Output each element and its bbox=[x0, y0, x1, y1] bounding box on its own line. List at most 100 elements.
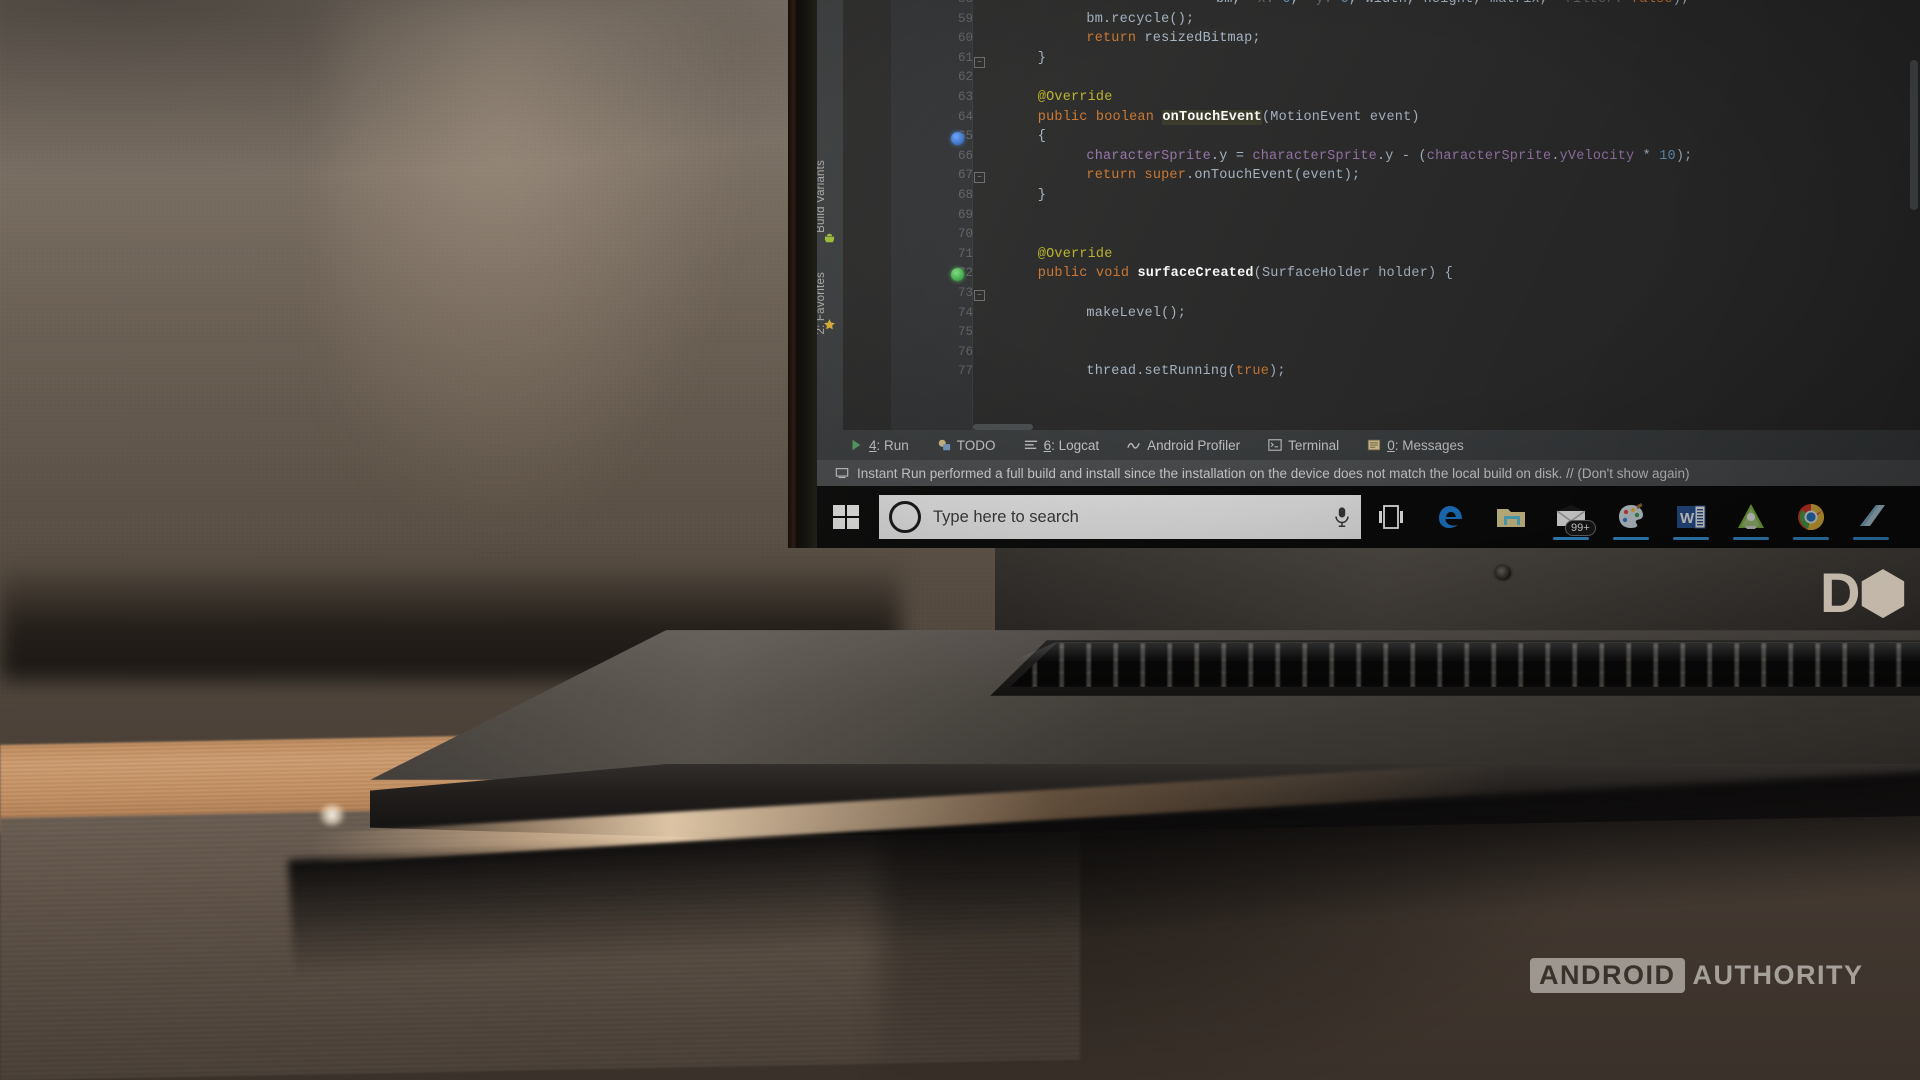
running-indicator bbox=[1733, 537, 1769, 540]
keyboard-highlight bbox=[1010, 642, 1920, 662]
tab-messages-label: : Messages bbox=[1394, 437, 1464, 453]
running-indicator bbox=[1793, 537, 1829, 540]
todo-icon bbox=[938, 439, 950, 451]
code-editor[interactable]: 5859606162636465666768697071727374757677… bbox=[843, 0, 1920, 430]
chrome-button[interactable] bbox=[1781, 486, 1841, 548]
line-number: 63 bbox=[957, 90, 973, 104]
line-number: 69 bbox=[957, 207, 973, 222]
word-button[interactable]: W bbox=[1661, 486, 1721, 548]
star-icon bbox=[824, 319, 835, 330]
code-line[interactable]: @Override bbox=[1038, 247, 1113, 262]
windows-logo-icon bbox=[833, 505, 859, 529]
window-icon bbox=[1860, 505, 1885, 526]
line-number: 64 bbox=[957, 109, 973, 124]
line-number: 61 bbox=[957, 50, 973, 65]
tab-run[interactable]: 4: Run bbox=[835, 430, 923, 460]
line-number: 77 bbox=[957, 364, 973, 379]
line-number: 58 bbox=[899, 0, 973, 6]
line-number: 70 bbox=[957, 227, 973, 242]
line-number: 74 bbox=[957, 305, 973, 320]
tab-messages[interactable]: 0: Messages bbox=[1353, 430, 1478, 460]
windows-taskbar: Type here to search 99+ W bbox=[813, 486, 1920, 548]
screen-bezel-left bbox=[795, 0, 817, 548]
lid-left-edge bbox=[788, 0, 798, 548]
messages-icon bbox=[1368, 439, 1381, 451]
line-number: 67 bbox=[957, 168, 973, 183]
device-icon bbox=[835, 468, 849, 479]
cortana-circle-icon bbox=[889, 501, 921, 533]
line-number: 76 bbox=[957, 344, 973, 359]
tab-todo-label: TODO bbox=[956, 437, 996, 453]
code-line[interactable]: public boolean onTouchEvent(MotionEvent … bbox=[1038, 109, 1420, 125]
line-number: 60 bbox=[957, 31, 973, 46]
edge-button[interactable] bbox=[1421, 486, 1481, 548]
laptop-edge-glint bbox=[318, 804, 346, 826]
editor-vertical-scrollbar[interactable] bbox=[1908, 0, 1920, 430]
running-indicator bbox=[1553, 537, 1589, 540]
line-number: 66 bbox=[957, 148, 973, 163]
dell-logo: D⬢ bbox=[1820, 561, 1907, 624]
code-line[interactable]: @Override bbox=[1038, 90, 1113, 105]
tab-logcat[interactable]: 6: Logcat bbox=[1010, 430, 1114, 460]
android-icon bbox=[824, 233, 835, 243]
code-line[interactable]: public void surfaceCreated(SurfaceHolder… bbox=[1038, 266, 1453, 281]
microphone-icon[interactable] bbox=[1333, 506, 1351, 528]
code-line[interactable]: } bbox=[1038, 51, 1046, 66]
watermark: ANDROID AUTHORITY bbox=[1530, 958, 1864, 993]
code-line[interactable]: bm, x: 0, y: 0, width, height, matrix, f… bbox=[1216, 0, 1689, 7]
window-button[interactable] bbox=[1841, 486, 1901, 548]
running-indicator bbox=[1673, 537, 1709, 540]
tab-todo[interactable]: TODO bbox=[923, 430, 1010, 460]
tab-logcat-label: : Logcat bbox=[1051, 437, 1100, 453]
tab-android-profiler-label: Android Profiler bbox=[1147, 437, 1241, 453]
webcam-icon bbox=[1495, 566, 1511, 580]
run-icon bbox=[852, 439, 861, 451]
search-placeholder: Type here to search bbox=[933, 507, 1079, 526]
tab-run-label: : Run bbox=[876, 437, 909, 453]
chrome-icon bbox=[1798, 504, 1824, 531]
line-number: 75 bbox=[957, 325, 973, 340]
line-number: 62 bbox=[957, 70, 973, 85]
taskbar-buttons: 99+ W bbox=[1361, 486, 1901, 548]
code-line[interactable]: } bbox=[1038, 188, 1046, 203]
override-marker-green[interactable] bbox=[951, 268, 964, 281]
android-studio-icon bbox=[1738, 504, 1764, 529]
code-line[interactable]: return resizedBitmap; bbox=[1086, 31, 1260, 46]
file-explorer-button[interactable] bbox=[1481, 486, 1541, 548]
code-line[interactable]: { bbox=[1038, 129, 1046, 144]
scrollbar-thumb[interactable] bbox=[1910, 60, 1918, 210]
mail-button[interactable]: 99+ bbox=[1541, 486, 1601, 548]
paint-palette-icon bbox=[1619, 503, 1643, 528]
override-marker-blue[interactable] bbox=[951, 132, 964, 145]
code-line[interactable]: bm.recycle(); bbox=[1086, 12, 1194, 27]
line-number-column: 5859606162636465666768697071727374757677 bbox=[891, 0, 973, 430]
taskview-button[interactable] bbox=[1361, 486, 1421, 548]
search-input[interactable]: Type here to search bbox=[879, 495, 1361, 539]
tab-android-profiler[interactable]: Android Profiler bbox=[1113, 430, 1254, 460]
code-fold-icon[interactable]: − bbox=[974, 57, 985, 68]
code-line[interactable]: makeLevel(); bbox=[1086, 306, 1186, 321]
instant-run-notification[interactable]: Instant Run performed a full build and i… bbox=[813, 460, 1920, 486]
start-button[interactable] bbox=[813, 486, 879, 548]
paint3d-button[interactable] bbox=[1601, 486, 1661, 548]
android-studio-button[interactable] bbox=[1721, 486, 1781, 548]
couch-highlight bbox=[330, 0, 750, 560]
task-view-icon bbox=[1379, 505, 1403, 529]
tab-logcat-shortcut: 6 bbox=[1043, 437, 1052, 453]
photo-scene: Build Variants 2: Favorites 585960616263… bbox=[0, 0, 1920, 1080]
android-studio-window: Build Variants 2: Favorites 585960616263… bbox=[795, 0, 1920, 548]
edge-icon bbox=[1439, 506, 1462, 528]
tab-terminal[interactable]: Terminal bbox=[1254, 430, 1353, 460]
code-line[interactable]: return super.onTouchEvent(event); bbox=[1086, 168, 1360, 183]
tool-window-tabbar: 4: Run TODO 6: Logcat Android Profiler T… bbox=[813, 430, 1920, 460]
code-line[interactable]: characterSprite.y = characterSprite.y - … bbox=[1086, 149, 1692, 164]
laptop-screen: Build Variants 2: Favorites 585960616263… bbox=[795, 0, 1920, 548]
logcat-icon bbox=[1024, 440, 1037, 450]
code-fold-icon[interactable]: − bbox=[974, 172, 985, 183]
code-text-area[interactable]: bm, x: 0, y: 0, width, height, matrix, f… bbox=[973, 0, 1920, 430]
terminal-icon bbox=[1268, 439, 1282, 451]
code-fold-icon[interactable]: − bbox=[974, 290, 985, 301]
lid-bezel-sheen bbox=[995, 548, 1920, 640]
code-line[interactable]: thread.setRunning(true); bbox=[1086, 364, 1285, 379]
line-number: 59 bbox=[957, 11, 973, 26]
